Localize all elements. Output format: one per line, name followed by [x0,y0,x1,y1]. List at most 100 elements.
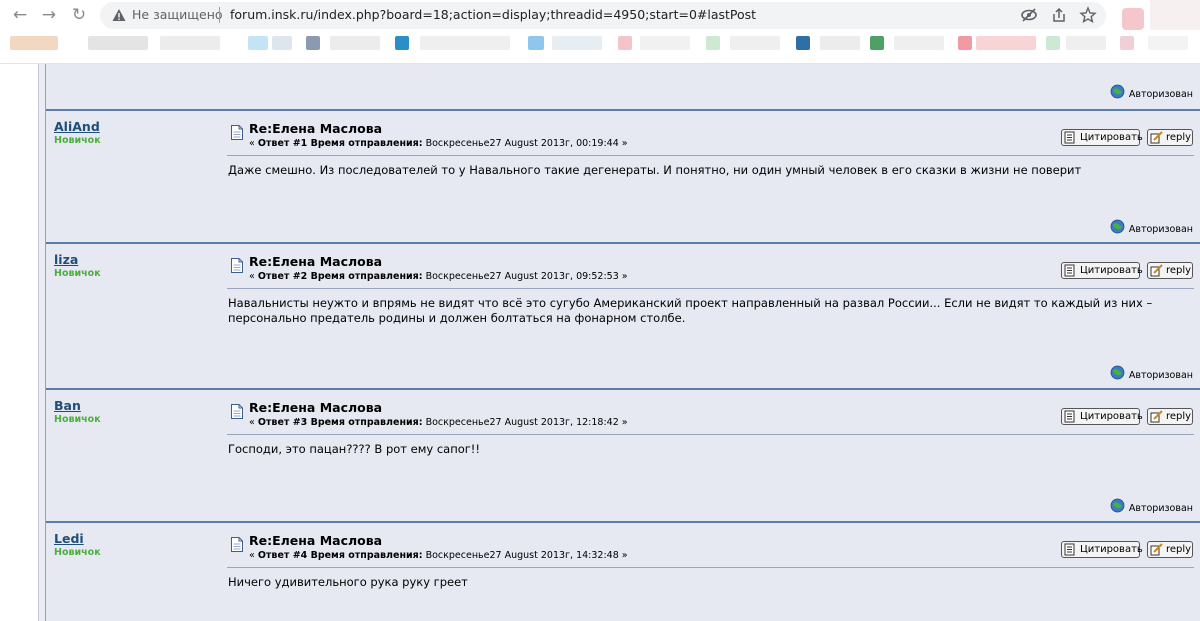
bookmark-item[interactable] [796,36,810,50]
reply-button-label: reply [1166,132,1192,143]
bookmark-item[interactable] [976,36,1036,50]
post-time: Воскресенье27 August 2013г, 00:19:44 » [422,138,628,149]
user-status: Авторизован [1110,84,1193,100]
user-status: Авторизован [1110,365,1193,381]
globe-icon [1110,498,1125,513]
post-body: Даже смешно. Из последователей то у Нава… [228,163,1082,177]
quote-icon [1064,131,1075,144]
document-icon [231,404,243,419]
page-gutter [38,64,45,621]
quote-button-label: Цитировать [1080,544,1143,555]
author-rank: Новичок [54,547,101,558]
post-body: Ничего удивительного рука руку греет [228,575,468,589]
forward-arrow-icon[interactable]: → [38,4,60,26]
bookmark-item[interactable] [1148,36,1188,50]
reply-button[interactable]: reply [1147,408,1193,425]
post: Ban Новичок Re:Елена Маслова « Ответ #3 … [46,388,1200,522]
quote-icon [1064,543,1075,556]
quote-button[interactable]: Цитировать [1061,408,1143,425]
post-body: Господи, это пацан???? В рот ему сапог!! [228,442,481,456]
post-subject[interactable]: Re:Елена Маслова [249,533,382,548]
post-subject[interactable]: Re:Елена Маслова [249,121,382,136]
bookmark-item[interactable] [395,36,409,50]
quote-button[interactable]: Цитировать [1061,541,1143,558]
quote-button[interactable]: Цитировать [1061,129,1143,146]
bookmark-item[interactable] [306,36,320,50]
post-meta: « Ответ #2 Время отправления: Воскресень… [249,271,628,282]
reply-pencil-icon [1150,131,1163,144]
author-rank: Новичок [54,135,101,146]
url-text[interactable]: forum.insk.ru/index.php?board=18;action=… [230,7,756,22]
bookmark-item[interactable] [248,36,268,50]
bookmark-item[interactable] [640,36,690,50]
reply-button[interactable]: reply [1147,262,1193,279]
bookmark-item[interactable] [1120,36,1134,50]
reply-button[interactable]: reply [1147,541,1193,558]
address-bar[interactable]: Не защищено forum.insk.ru/index.php?boar… [100,2,1106,29]
quote-button-label: Цитировать [1080,132,1143,143]
thread-container: Авторизован AliAnd Новичок Re:Елена Масл… [45,64,1200,621]
post-divider [227,567,1194,568]
globe-icon [1110,219,1125,234]
bookmark-item[interactable] [894,36,944,50]
author-name[interactable]: liza [54,252,78,267]
bookmark-item[interactable] [10,36,58,50]
bookmark-item[interactable] [706,36,720,50]
author-name[interactable]: Ledi [54,531,84,546]
post-divider [227,155,1194,156]
quote-button[interactable]: Цитировать [1061,262,1143,279]
user-status-text: Авторизован [1128,224,1193,235]
reply-button-label: reply [1166,265,1192,276]
post-number: Ответ #2 Время отправления: [257,271,423,282]
security-label[interactable]: Не защищено [132,7,223,22]
post-fragment: Авторизован [46,64,1200,110]
url-separator [219,7,220,23]
post-divider [227,434,1194,435]
bookmark-item[interactable] [1046,36,1060,50]
post-subject[interactable]: Re:Елена Маслова [249,400,382,415]
post-divider [227,288,1194,289]
bookmark-item[interactable] [528,36,544,50]
bookmark-item[interactable] [420,36,510,50]
bookmark-item[interactable] [330,36,380,50]
globe-icon [1110,84,1125,99]
bookmarks-bar [0,30,1200,64]
bookmark-item[interactable] [552,36,602,50]
reply-button[interactable]: reply [1147,129,1193,146]
bookmark-item[interactable] [618,36,632,50]
reload-icon[interactable]: ↻ [68,4,90,26]
eye-slash-icon[interactable] [1020,6,1038,24]
quote-button-label: Цитировать [1080,411,1143,422]
profile-avatar[interactable] [1122,8,1144,30]
bookmark-item[interactable] [958,36,972,50]
author-name[interactable]: Ban [54,398,81,413]
bookmark-item[interactable] [870,36,884,50]
share-icon[interactable] [1050,6,1068,24]
bookmark-item[interactable] [730,36,780,50]
post: AliAnd Новичок Re:Елена Маслова « Ответ … [46,109,1200,243]
bookmark-item[interactable] [1066,36,1106,50]
post: liza Новичок Re:Елена Маслова « Ответ #2… [46,242,1200,389]
document-icon [231,125,243,140]
bookmark-item[interactable] [272,36,292,50]
reply-button-label: reply [1166,411,1192,422]
post-subject[interactable]: Re:Елена Маслова [249,254,382,269]
globe-icon [1110,365,1125,380]
bookmark-item[interactable] [160,36,220,50]
user-status-text: Авторизован [1128,89,1193,100]
bookmark-item[interactable] [820,36,860,50]
reply-pencil-icon [1150,543,1163,556]
reply-pencil-icon [1150,410,1163,423]
quote-button-label: Цитировать [1080,265,1143,276]
warning-icon[interactable] [112,8,126,22]
post-number: Ответ #4 Время отправления: [257,550,423,561]
post-meta: « Ответ #1 Время отправления: Воскресень… [249,138,628,149]
star-icon[interactable] [1079,6,1097,24]
author-name[interactable]: AliAnd [54,119,100,134]
post-meta: « Ответ #4 Время отправления: Воскресень… [249,550,628,561]
reply-pencil-icon [1150,264,1163,277]
reply-button-label: reply [1166,544,1192,555]
back-arrow-icon[interactable]: ← [9,4,31,26]
document-icon [231,537,243,552]
bookmark-item[interactable] [88,36,148,50]
